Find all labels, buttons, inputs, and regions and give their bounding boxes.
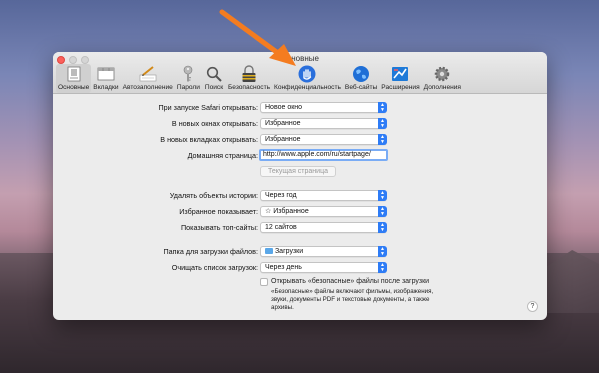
annotation-arrow <box>219 9 296 66</box>
